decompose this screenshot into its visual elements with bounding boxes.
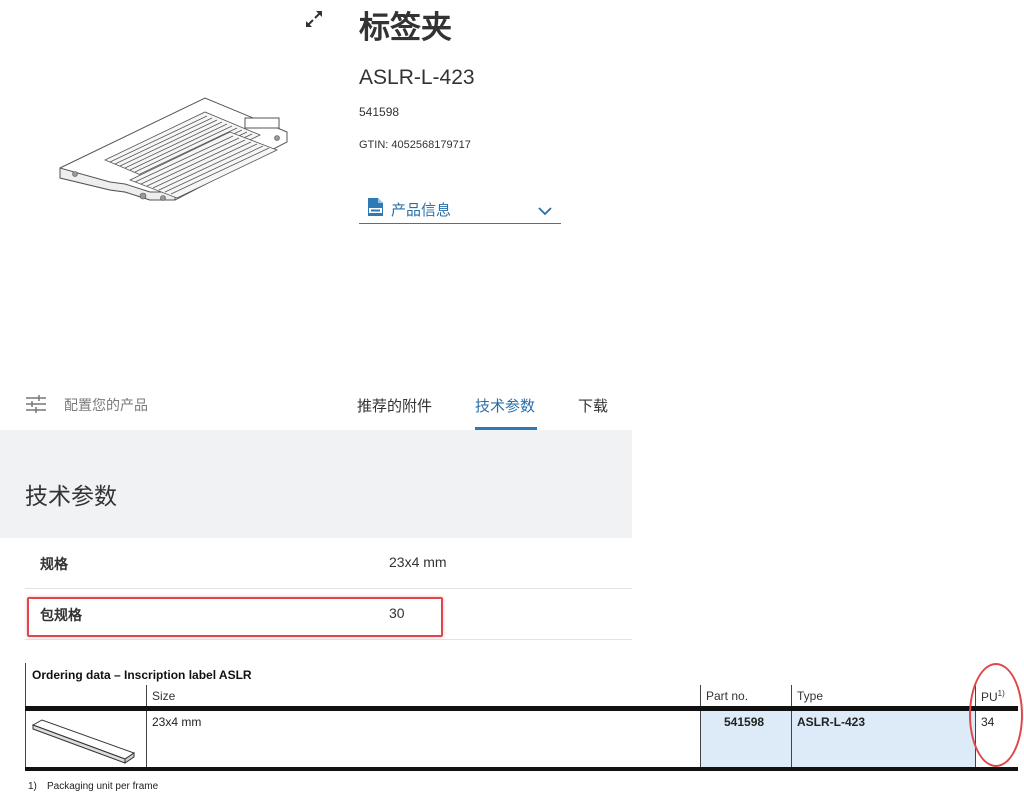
- header-part-no: Part no.: [706, 689, 749, 703]
- bottom-rule: [25, 767, 1018, 771]
- footnote: 1) Packaging unit per frame: [28, 781, 159, 792]
- product-gtin: GTIN: 4052568179717: [359, 139, 471, 151]
- product-info-dropdown[interactable]: 产品信息: [359, 195, 561, 224]
- tab-recommended-accessories[interactable]: 推荐的附件: [357, 395, 432, 416]
- product-title: 标签夹: [359, 10, 452, 46]
- spec-key: 规格: [40, 557, 68, 573]
- product-image: [55, 60, 290, 220]
- chevron-down-icon: [537, 203, 553, 216]
- expand-icon[interactable]: [303, 8, 325, 30]
- spec-row: 规格 23x4 mm: [25, 538, 632, 589]
- tech-section-heading: 技术参数: [25, 484, 117, 510]
- sliders-icon: [25, 394, 47, 414]
- spec-value: 23x4 mm: [389, 554, 447, 570]
- row-part-no: 541598: [724, 715, 765, 729]
- product-type: ASLR-L-423: [359, 66, 475, 89]
- header-type: Type: [797, 689, 824, 703]
- row-type: ASLR-L-423: [797, 715, 866, 729]
- ordering-data-title: Ordering data – Inscription label ASLR: [32, 668, 252, 682]
- configure-product-label: 配置您的产品: [64, 398, 148, 414]
- header-size: Size: [152, 689, 176, 703]
- product-part-number: 541598: [359, 105, 400, 119]
- tab-download[interactable]: 下载: [578, 395, 608, 416]
- column-divider: [146, 685, 147, 767]
- ordering-data-table: Ordering data – Inscription label ASLR S…: [0, 655, 1024, 794]
- table-border: [25, 663, 26, 771]
- tab-technical-data[interactable]: 技术参数: [475, 395, 535, 416]
- highlight-annotation-circle: [969, 663, 1023, 767]
- product-info-label: 产品信息: [391, 201, 452, 219]
- highlight-annotation-box: [27, 597, 443, 637]
- pdf-icon: [367, 197, 384, 217]
- label-image: [30, 715, 138, 765]
- row-size: 23x4 mm: [152, 715, 202, 729]
